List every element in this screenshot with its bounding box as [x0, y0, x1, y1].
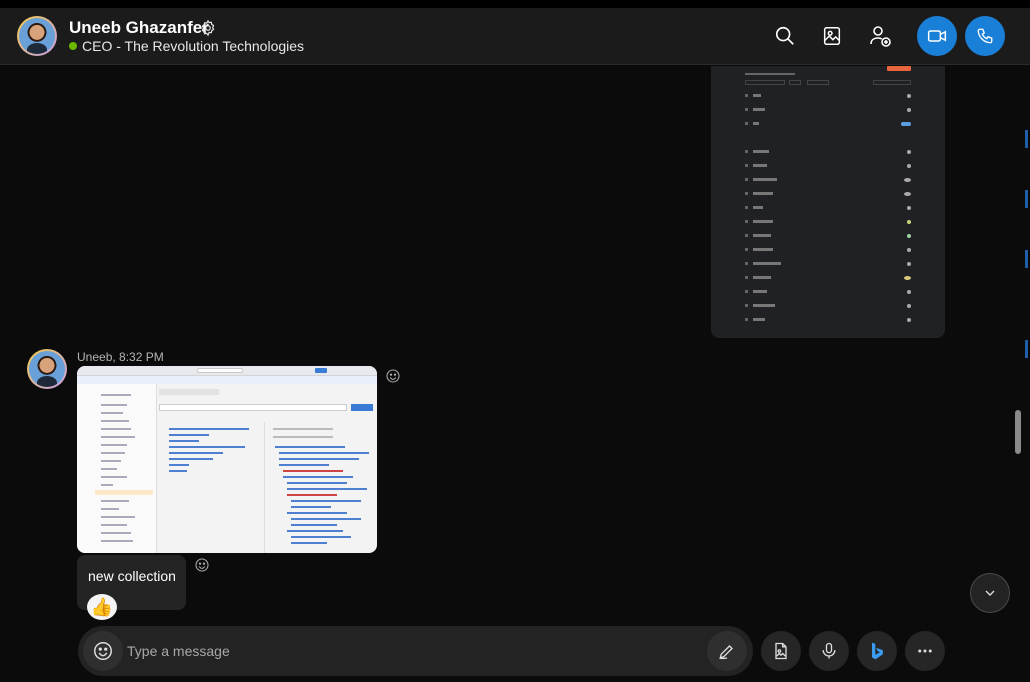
add-participant-button[interactable]	[862, 18, 898, 54]
message-text: new collection	[88, 568, 176, 584]
sender-avatar[interactable]	[27, 349, 67, 389]
gallery-button[interactable]	[814, 18, 850, 54]
window-top-strip	[0, 0, 1030, 8]
shared-image-screenshot[interactable]	[77, 366, 377, 553]
bing-icon	[872, 642, 883, 660]
more-options-button[interactable]	[905, 631, 945, 671]
bing-button[interactable]	[857, 631, 897, 671]
add-person-icon	[870, 26, 891, 47]
chat-header: Uneeb Ghazanfer CEO - The Revolution Tec…	[0, 8, 1030, 65]
search-icon	[775, 26, 794, 45]
thumbs-up-reaction[interactable]: 👍	[87, 594, 117, 620]
add-reaction-icon[interactable]	[194, 557, 210, 573]
contact-avatar[interactable]	[17, 16, 57, 56]
video-call-icon	[927, 30, 947, 42]
presence-dot	[69, 42, 77, 50]
message-input[interactable]	[127, 636, 687, 666]
chevron-down-icon	[985, 590, 995, 596]
scroll-to-bottom-button[interactable]	[970, 573, 1010, 613]
search-button[interactable]	[767, 18, 803, 54]
scrollbar-thumb[interactable]	[1015, 410, 1021, 454]
gear-icon[interactable]	[199, 19, 217, 37]
attach-media-button[interactable]	[761, 631, 801, 671]
emoji-button[interactable]	[83, 631, 123, 671]
more-horizontal-icon	[918, 649, 932, 653]
microphone-icon	[822, 642, 836, 659]
message-list[interactable]: Uneeb, 8:32 PM new collection 👍	[0, 66, 1014, 620]
shared-image-dark[interactable]	[711, 66, 945, 338]
pen-format-icon	[719, 645, 733, 660]
contact-name[interactable]: Uneeb Ghazanfer	[69, 18, 209, 38]
image-orange-button	[887, 66, 911, 71]
message-meta: Uneeb, 8:32 PM	[77, 350, 164, 364]
video-call-button[interactable]	[917, 16, 957, 56]
reaction-emoji: 👍	[90, 596, 114, 617]
format-text-button[interactable]	[707, 631, 747, 671]
gallery-icon	[823, 27, 841, 45]
audio-call-button[interactable]	[965, 16, 1005, 56]
edge-marks	[1025, 80, 1029, 380]
contact-status: CEO - The Revolution Technologies	[69, 38, 304, 54]
phone-call-icon	[977, 28, 993, 44]
attach-image-icon	[775, 642, 787, 660]
status-text: CEO - The Revolution Technologies	[82, 38, 305, 54]
emoji-icon	[94, 642, 112, 660]
voice-message-button[interactable]	[809, 631, 849, 671]
add-reaction-icon[interactable]	[385, 368, 401, 384]
